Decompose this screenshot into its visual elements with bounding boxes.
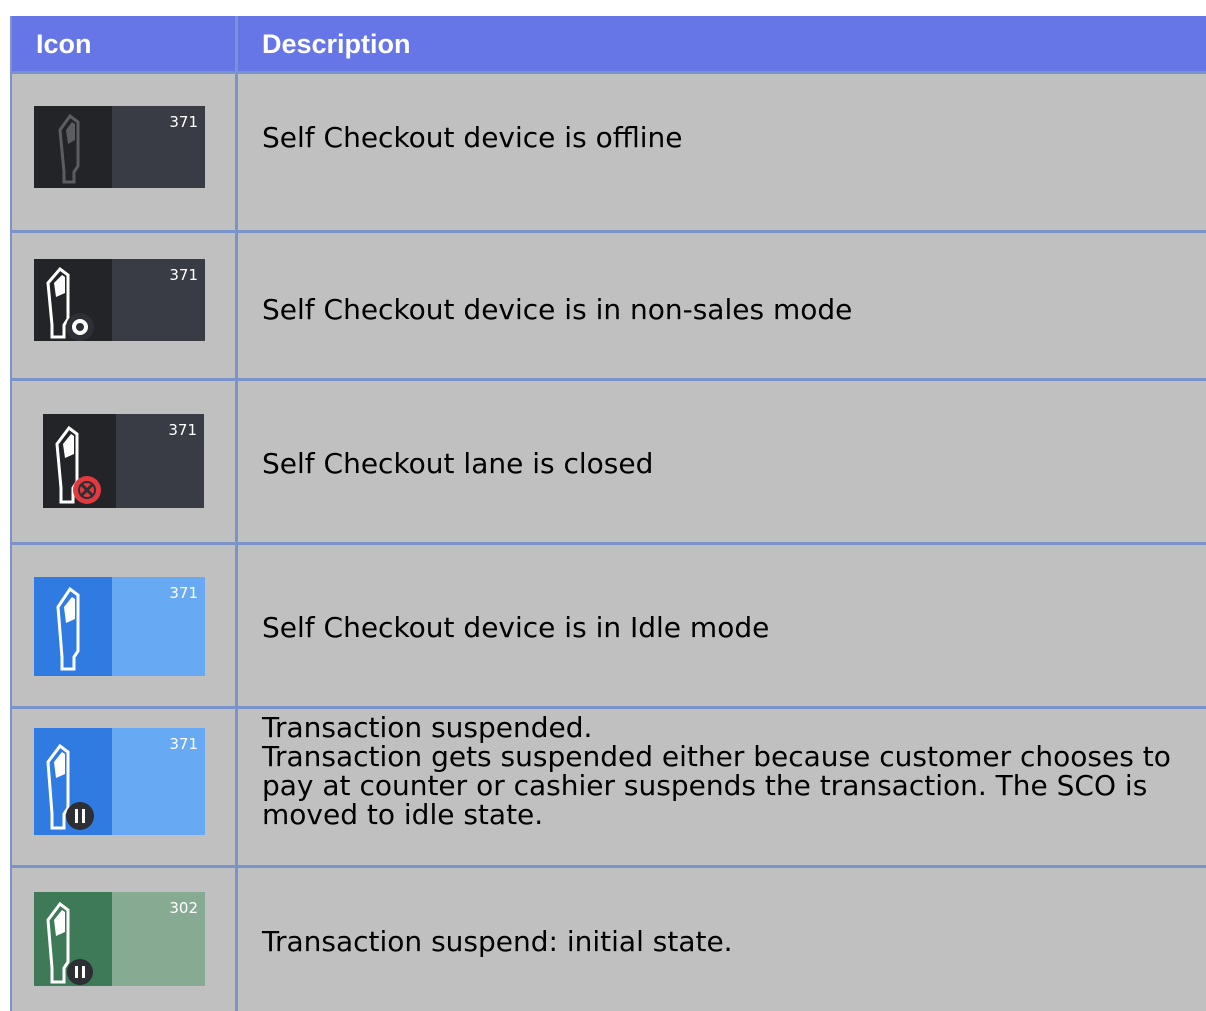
row-divider: [10, 542, 1206, 545]
header-description: Description: [262, 29, 411, 59]
row-description: Self Checkout device is in non-sales mod…: [262, 293, 853, 326]
lane-number: 371: [169, 113, 198, 131]
kiosk-gear-icon: 371: [34, 259, 205, 341]
kiosk-offline-icon: 371: [34, 106, 205, 188]
kiosk-idle-icon: 371: [34, 577, 205, 676]
header-icon: Icon: [36, 29, 92, 59]
row-description: Self Checkout device is in Idle mode: [262, 611, 770, 644]
table-header: Icon Description: [10, 16, 1206, 71]
column-divider-left: [10, 16, 12, 1011]
row-divider: [10, 865, 1206, 868]
row-divider: [10, 378, 1206, 381]
lane-number: 371: [169, 735, 198, 753]
status-icon-table: Icon Description 371 Self Checkout devic…: [10, 16, 1206, 1011]
row-description: Self Checkout device is offline: [262, 121, 683, 154]
column-divider: [235, 16, 238, 1011]
row-divider: [10, 71, 1206, 74]
kiosk-suspended-icon: 371: [34, 728, 205, 835]
row-description: Self Checkout lane is closed: [262, 447, 654, 480]
row-description: Transaction suspend: initial state.: [262, 925, 733, 958]
lane-number: 371: [168, 421, 197, 439]
lane-number: 371: [169, 584, 198, 602]
lane-number: 371: [169, 266, 198, 284]
lane-number: 302: [169, 899, 198, 917]
row-description: Transaction suspended. Transaction gets …: [262, 711, 1171, 831]
kiosk-closed-icon: 371: [43, 414, 204, 508]
row-divider: [10, 230, 1206, 233]
kiosk-suspend-initial-icon: 302: [34, 892, 205, 986]
row-divider: [10, 706, 1206, 709]
